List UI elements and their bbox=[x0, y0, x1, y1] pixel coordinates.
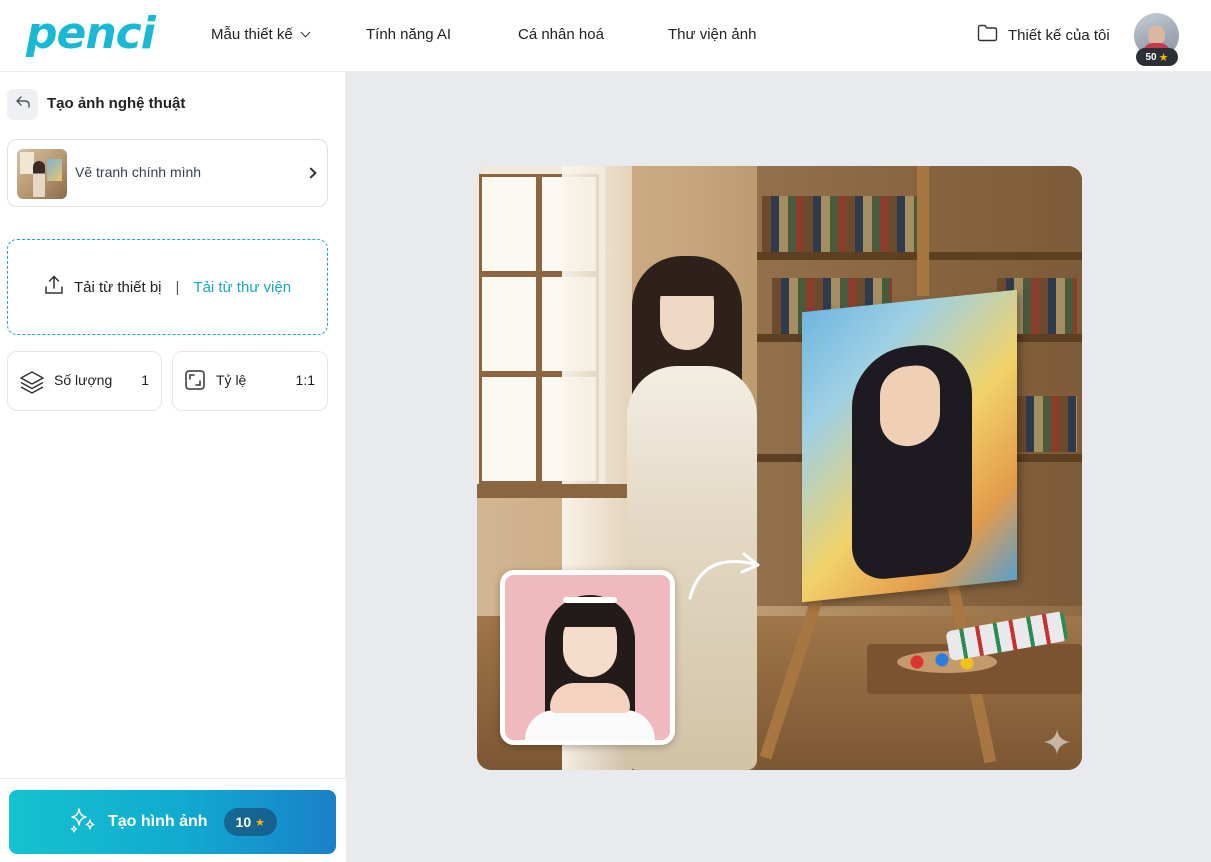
generate-image-label: Tạo hình ảnh bbox=[108, 813, 208, 830]
upload-dropzone[interactable]: Tải từ thiết bị | Tải từ thư viện bbox=[7, 239, 328, 335]
back-button[interactable] bbox=[7, 89, 38, 120]
aspect-ratio-label: Tỷ lệ bbox=[216, 372, 247, 388]
nav-templates[interactable]: Mẫu thiết kế bbox=[211, 25, 311, 45]
back-arrow-icon bbox=[15, 95, 31, 114]
upload-from-device-label: Tải từ thiết bị bbox=[73, 278, 162, 296]
sidebar-footer: Tạo hình ảnh 10 ★ bbox=[0, 778, 346, 862]
style-preview-image bbox=[477, 166, 1082, 770]
panel-title: Tạo ảnh nghệ thuật bbox=[47, 95, 186, 112]
aspect-ratio-selector[interactable]: Tỷ lệ 1:1 bbox=[172, 351, 328, 411]
upload-from-device-button[interactable]: Tải từ thiết bị bbox=[44, 275, 162, 299]
aspect-ratio-icon bbox=[184, 369, 206, 396]
coin-balance-badge: 50 ★ bbox=[1136, 48, 1178, 66]
star-icon: ★ bbox=[1158, 51, 1169, 64]
upload-icon bbox=[44, 275, 64, 299]
style-selector[interactable]: Vẽ tranh chính mình bbox=[7, 139, 328, 207]
upload-separator: | bbox=[175, 278, 180, 296]
nav-personalize[interactable]: Cá nhân hoá bbox=[518, 25, 604, 45]
generate-image-button[interactable]: Tạo hình ảnh 10 ★ bbox=[9, 790, 336, 854]
left-sidebar: Tạo ảnh nghệ thuật Vẽ tranh chính mình T… bbox=[0, 72, 346, 862]
folder-icon bbox=[977, 24, 998, 46]
generate-cost-badge: 10 ★ bbox=[223, 808, 277, 836]
layers-icon bbox=[19, 369, 45, 400]
curved-arrow-icon bbox=[682, 546, 772, 611]
quantity-value: 1 bbox=[141, 372, 149, 388]
nav-templates-label: Mẫu thiết kế bbox=[211, 26, 293, 43]
coin-balance-value: 50 bbox=[1145, 51, 1157, 63]
nav-photo-library[interactable]: Thư viện ảnh bbox=[668, 25, 756, 45]
style-thumbnail bbox=[17, 149, 67, 199]
generate-cost-value: 10 bbox=[235, 814, 252, 830]
penci-logo[interactable]: penci bbox=[26, 8, 156, 60]
chevron-right-icon bbox=[305, 167, 317, 179]
my-designs-link[interactable]: Thiết kế của tôi bbox=[977, 24, 1110, 46]
aspect-ratio-value: 1:1 bbox=[295, 372, 315, 388]
chevron-down-icon bbox=[300, 27, 311, 38]
nav-ai-features[interactable]: Tính năng AI bbox=[366, 25, 451, 45]
top-header: penci Mẫu thiết kế Tính năng AI Cá nhân … bbox=[0, 0, 1211, 72]
upload-from-library-link[interactable]: Tải từ thư viện bbox=[193, 279, 291, 296]
quantity-selector[interactable]: Số lượng 1 bbox=[7, 351, 162, 411]
star-icon: ★ bbox=[255, 816, 265, 829]
sparkles-icon bbox=[68, 805, 98, 840]
my-designs-label: Thiết kế của tôi bbox=[1008, 26, 1110, 44]
original-portrait-thumbnail bbox=[500, 570, 675, 745]
quantity-label: Số lượng bbox=[54, 372, 113, 388]
sparkle-watermark-icon bbox=[1042, 727, 1072, 762]
style-name: Vẽ tranh chính mình bbox=[75, 164, 202, 180]
